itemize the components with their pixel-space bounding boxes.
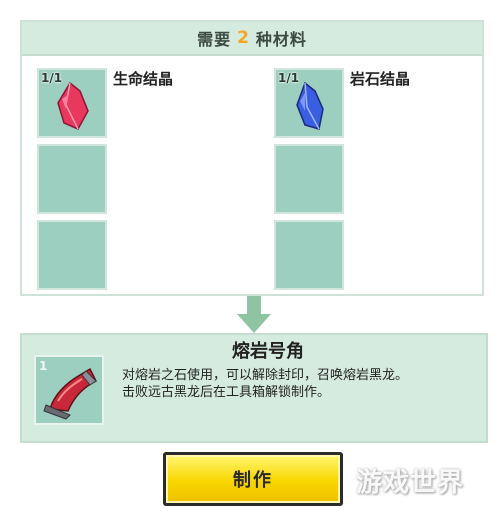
header-prefix: 需要 [197, 30, 232, 49]
watermark-logo: 游戏世界 [356, 468, 465, 498]
craft-button-label: 制作 [233, 470, 273, 491]
empty-slot [37, 220, 107, 290]
blue-crystal-icon [296, 81, 324, 130]
result-item-description: 对熔岩之石使用，可以解除封印，召唤熔岩黑龙。 击败远古黑龙后在工具箱解锁制作。 [122, 367, 477, 401]
description-line: 击败远古黑龙后在工具箱解锁制作。 [122, 385, 331, 400]
craft-button[interactable]: 制作 [163, 452, 343, 506]
result-item-slot[interactable]: 1 [34, 355, 104, 425]
materials-header: 需要 2 种材料 [22, 22, 482, 56]
material-qty: 1/1 [278, 71, 300, 85]
down-arrow-icon [237, 296, 271, 333]
craft-button-face[interactable]: 制作 [166, 455, 340, 503]
material-slot-1[interactable]: 1/1 [37, 68, 107, 138]
materials-panel: 需要 2 种材料 1/1 生命结晶 1/1 岩石结晶 [20, 20, 484, 296]
material-slot-2[interactable]: 1/1 [274, 68, 344, 138]
material-count: 2 [237, 28, 250, 48]
lava-horn-icon [43, 367, 98, 420]
material-name: 生命结晶 [113, 70, 174, 88]
header-suffix: 种材料 [255, 30, 307, 49]
empty-slot [274, 220, 344, 290]
material-name: 岩石结晶 [350, 70, 411, 88]
result-qty: 1 [39, 359, 48, 373]
empty-slot [274, 144, 344, 214]
material-qty: 1/1 [41, 71, 63, 85]
result-item-name: 熔岩号角 [232, 341, 304, 362]
result-panel: 1 熔岩号角 对熔岩之石使用，可以解除封印，召唤熔岩黑龙。 击败远古黑龙后在工具… [20, 333, 488, 443]
empty-slot [37, 144, 107, 214]
description-line: 对熔岩之石使用，可以解除封印，召唤熔岩黑龙。 [122, 368, 409, 383]
red-crystal-icon [57, 81, 89, 130]
